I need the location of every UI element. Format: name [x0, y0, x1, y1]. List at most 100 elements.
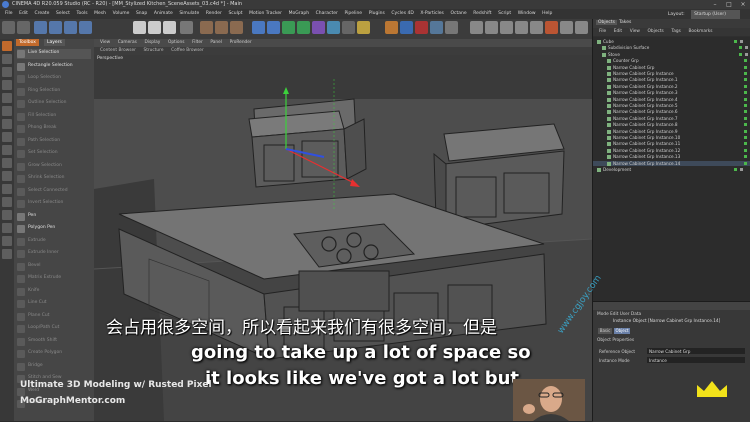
visibility-check-icon[interactable] [744, 72, 747, 75]
tool-item[interactable]: Smooth Shift [17, 337, 91, 347]
workplane-mode-icon[interactable] [2, 80, 12, 90]
menu-sculpt[interactable]: Sculpt [228, 9, 242, 19]
visibility-check-icon[interactable] [744, 84, 747, 88]
menu-select[interactable]: Select [56, 9, 70, 19]
render-pictureviewer-icon[interactable] [215, 21, 228, 34]
tweak-mode-icon[interactable] [2, 158, 12, 168]
texture-icon[interactable] [2, 67, 12, 77]
object-row[interactable]: Development [593, 167, 750, 173]
tool-item[interactable]: Outline Selection [17, 99, 91, 109]
scale-tool-icon[interactable] [49, 21, 62, 34]
menu-xparticles[interactable]: X-Particles [420, 9, 443, 19]
object-row[interactable]: Counter Grp [593, 58, 750, 64]
display-icon[interactable] [2, 223, 12, 233]
uv-mode-icon[interactable] [2, 132, 12, 142]
menu-tools[interactable]: Tools [76, 9, 87, 19]
menu-mesh[interactable]: Mesh [94, 9, 106, 19]
tool-item[interactable]: Fill Selection [17, 112, 91, 122]
menu-character[interactable]: Character [316, 9, 338, 19]
object-row[interactable]: Narrow Cabinet Grp Instance.10 [593, 135, 750, 141]
tool-item[interactable]: Invert Selection [17, 199, 91, 209]
y-axis-icon[interactable] [148, 21, 161, 34]
make-editable-icon[interactable] [2, 41, 12, 51]
tag-icon[interactable] [745, 46, 748, 50]
lock-workplane-icon[interactable] [2, 249, 12, 259]
workplane-icon[interactable] [515, 21, 528, 34]
minimize-icon[interactable]: – [708, 0, 722, 9]
octane-icon[interactable] [400, 21, 413, 34]
visibility-check-icon[interactable] [744, 104, 747, 107]
tool-item[interactable]: Knife [17, 287, 91, 297]
visibility-check-icon[interactable] [744, 123, 747, 127]
visibility-check-icon[interactable] [744, 97, 747, 101]
tab-toolbox[interactable]: Toolbox [16, 39, 39, 46]
floor-icon[interactable] [327, 21, 340, 34]
visibility-check-icon[interactable] [734, 40, 737, 43]
menu-edit[interactable]: Edit [19, 9, 28, 19]
x-axis-icon[interactable] [133, 21, 146, 34]
visibility-check-icon[interactable] [744, 129, 747, 133]
object-row[interactable]: Narrow Cabinet Grp Instance.11 [593, 141, 750, 147]
om-menu-tags[interactable]: Tags [671, 28, 681, 36]
selection-tool-icon[interactable] [79, 21, 92, 34]
menu-pipeline[interactable]: Pipeline [344, 9, 362, 19]
visibility-check-icon[interactable] [744, 116, 747, 120]
z-axis-icon[interactable] [163, 21, 176, 34]
menu-render[interactable]: Render [206, 9, 222, 19]
symmetry-icon[interactable] [2, 197, 12, 207]
tool-item[interactable]: Bridge [17, 362, 91, 372]
tool-item[interactable]: Line Cut [17, 299, 91, 309]
object-row[interactable]: Narrow Cabinet Grp Instance.2 [593, 84, 750, 90]
menu-plugins[interactable]: Plugins [369, 9, 385, 19]
object-row[interactable]: Narrow Cabinet Grp Instance.13 [593, 154, 750, 160]
instance-mode-value[interactable]: Instance [647, 357, 745, 363]
object-row[interactable]: Narrow Cabinet Grp Instance.5 [593, 103, 750, 109]
visibility-check-icon[interactable] [744, 148, 747, 152]
object-row[interactable]: Narrow Cabinet Grp [593, 65, 750, 71]
object-row[interactable]: Narrow Cabinet Grp Instance.4 [593, 97, 750, 103]
array-icon[interactable] [297, 21, 310, 34]
visibility-check-icon[interactable] [744, 59, 747, 63]
snap-mode-icon[interactable] [2, 184, 12, 194]
xparticles-icon[interactable] [385, 21, 398, 34]
close-icon[interactable]: × [736, 0, 750, 9]
tool-item[interactable]: Matrix Extrude [17, 274, 91, 284]
undo-icon[interactable] [2, 21, 15, 34]
tool-item[interactable]: Live Selection [17, 49, 91, 59]
menu-octane[interactable]: Octane [450, 9, 466, 19]
object-row[interactable]: Narrow Cabinet Grp Instance.9 [593, 129, 750, 135]
tool-item[interactable]: Polygon Pen [17, 224, 91, 234]
solo-icon[interactable] [2, 171, 12, 181]
tag-icon[interactable] [740, 40, 743, 43]
visibility-check-icon[interactable] [744, 136, 747, 139]
plugin-icon[interactable] [445, 21, 458, 34]
rotate-tool-icon[interactable] [64, 21, 77, 34]
om-menu-bookmarks[interactable]: Bookmarks [688, 28, 712, 36]
tool-item[interactable]: Loop Selection [17, 74, 91, 84]
spline-pen-icon[interactable] [267, 21, 280, 34]
edges-mode-icon[interactable] [2, 106, 12, 116]
texture-mode-icon[interactable] [485, 21, 498, 34]
tool-item[interactable]: Bevel [17, 262, 91, 272]
object-row[interactable]: Narrow Cabinet Grp Instance.3 [593, 90, 750, 96]
cube-icon[interactable] [252, 21, 265, 34]
object-row[interactable]: Narrow Cabinet Grp Instance.1 [593, 77, 750, 83]
tool-item[interactable]: Create Polygon [17, 349, 91, 359]
tab-layers[interactable]: Layers [44, 39, 65, 46]
render-view-icon[interactable] [200, 21, 213, 34]
menu-volume[interactable]: Volume [113, 9, 130, 19]
object-row[interactable]: Subdivision Surface [593, 45, 750, 51]
om-menu-view[interactable]: View [630, 28, 640, 36]
tool-item[interactable]: Extrude Inner [17, 249, 91, 259]
menu-help[interactable]: Help [542, 9, 552, 19]
cycles-icon[interactable] [430, 21, 443, 34]
object-row[interactable]: Cube [593, 39, 750, 45]
visibility-check-icon[interactable] [744, 142, 747, 146]
tool-item[interactable]: Ring Selection [17, 87, 91, 97]
lock-icon[interactable] [575, 21, 588, 34]
tab-takes[interactable]: Takes [617, 20, 633, 25]
axis-mode-icon[interactable] [2, 145, 12, 155]
visibility-check-icon[interactable] [739, 52, 742, 56]
object-row[interactable]: Narrow Cabinet Grp Instance [593, 71, 750, 77]
menu-motion-tracker[interactable]: Motion Tracker [249, 9, 282, 19]
